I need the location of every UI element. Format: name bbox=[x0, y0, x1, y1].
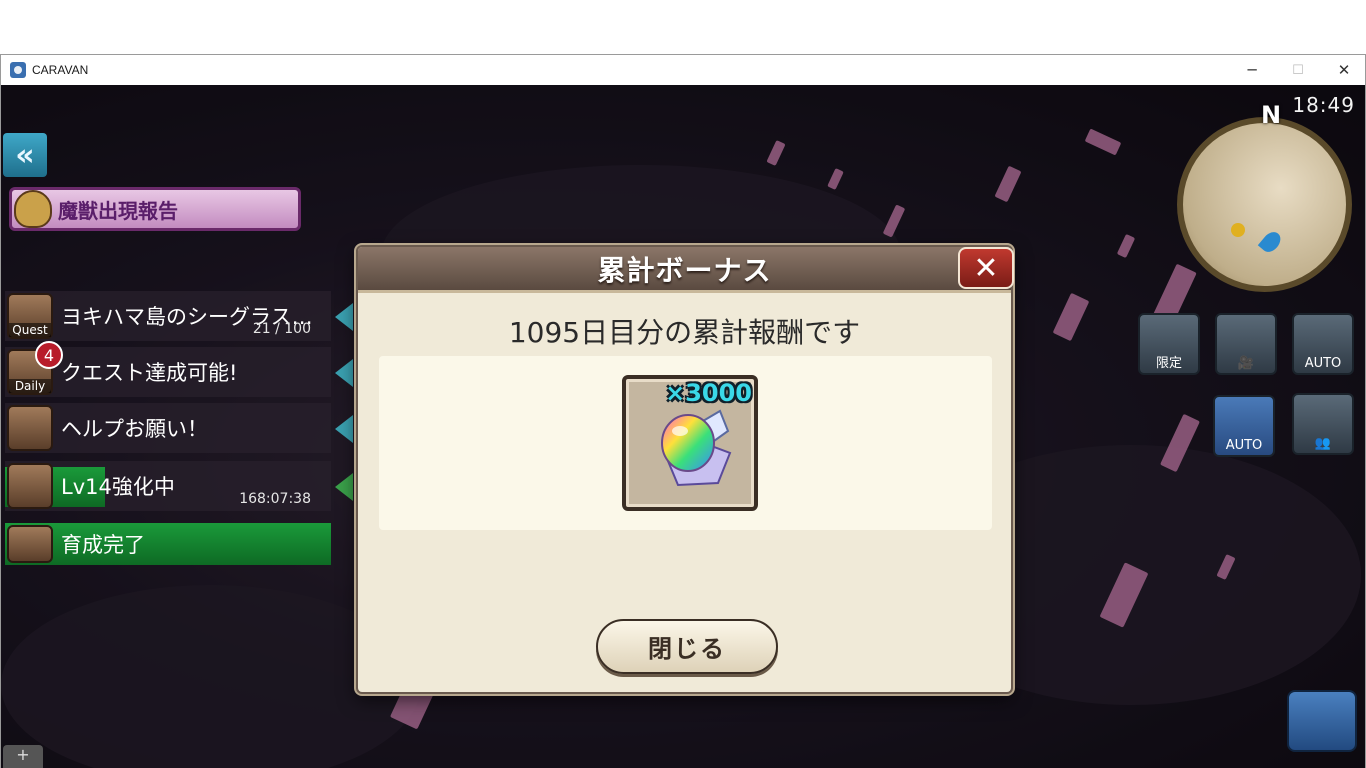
minimize-button[interactable]: ─ bbox=[1229, 55, 1275, 85]
cumulative-bonus-dialog: 累計ボーナス ✕ 1095日目分の累計報酬です ×3000 閉じる bbox=[356, 245, 1014, 694]
quest-icon: Quest bbox=[7, 293, 53, 339]
handshake-icon bbox=[7, 405, 53, 451]
app-window: CARAVAN ─ ☐ ✕ « 魔獣出現報告 Quest ヨキハマ島のシーグラス… bbox=[0, 54, 1366, 768]
battle-auto-button[interactable]: AUTO bbox=[1213, 395, 1275, 457]
report-label: 魔獣出現報告 bbox=[58, 198, 178, 223]
training-complete-row[interactable]: 育成完了 bbox=[5, 523, 331, 565]
party-icon: 👥 bbox=[1314, 436, 1332, 451]
fox-mask-icon bbox=[14, 190, 52, 228]
dialog-title: 累計ボーナス bbox=[597, 253, 772, 287]
waypoint-marker bbox=[1231, 223, 1245, 237]
battle-auto-label: AUTO bbox=[1225, 438, 1263, 453]
auto-photo-button[interactable]: AUTO bbox=[1292, 313, 1354, 375]
maximize-button[interactable]: ☐ bbox=[1275, 55, 1321, 85]
daily-status: クエスト達成可能! bbox=[61, 361, 238, 385]
desktop-background bbox=[0, 0, 1366, 54]
monster-report-banner[interactable]: 魔獣出現報告 bbox=[9, 187, 301, 231]
help-row[interactable]: ヘルプお願い！ bbox=[5, 403, 353, 453]
notification-badge: 4 bbox=[35, 341, 63, 369]
daily-row[interactable]: Daily 4 クエスト達成可能! bbox=[5, 341, 353, 397]
upgrade-row[interactable]: Lv14強化中 168:07:38 bbox=[5, 461, 353, 511]
treasure-chest-button[interactable] bbox=[1287, 690, 1357, 752]
dialog-close-icon[interactable]: ✕ bbox=[958, 247, 1014, 289]
upgrade-timer: 168:07:38 bbox=[239, 491, 311, 507]
window-controls: ─ ☐ ✕ bbox=[1229, 55, 1365, 85]
auto-photo-label: AUTO bbox=[1304, 356, 1342, 371]
expand-arrow-icon[interactable] bbox=[335, 303, 353, 331]
camera-button[interactable]: 🎥 bbox=[1215, 313, 1277, 375]
compass-north: N bbox=[1261, 101, 1282, 129]
game-clock: 18:49 bbox=[1292, 93, 1355, 117]
limited-label: 限定 bbox=[1155, 356, 1182, 371]
dialog-header: 累計ボーナス bbox=[358, 247, 1011, 293]
back-button[interactable]: « bbox=[3, 133, 47, 177]
expand-arrow-icon[interactable] bbox=[335, 415, 353, 443]
minimap[interactable]: N bbox=[1177, 101, 1352, 292]
caravan-app-icon bbox=[10, 62, 26, 78]
training-status: 育成完了 bbox=[61, 533, 145, 557]
dialog-message: 1095日目分の累計報酬です bbox=[508, 316, 861, 349]
quest-icon-caption: Quest bbox=[9, 323, 51, 337]
close-button[interactable]: 閉じる bbox=[596, 619, 778, 674]
title-bar: CARAVAN ─ ☐ ✕ bbox=[1, 55, 1365, 85]
limited-button[interactable]: 限定 bbox=[1138, 313, 1200, 375]
rainbow-gem-icon bbox=[661, 409, 732, 487]
party-button[interactable]: 👥 bbox=[1292, 393, 1354, 455]
reward-area: ×3000 bbox=[379, 356, 992, 530]
add-button[interactable]: + bbox=[3, 745, 43, 768]
expand-arrow-icon[interactable] bbox=[335, 359, 353, 387]
reward-item-slot[interactable]: ×3000 bbox=[622, 375, 758, 511]
player-marker-icon bbox=[1257, 228, 1285, 256]
chest-icon bbox=[7, 525, 53, 563]
window-close-button[interactable]: ✕ bbox=[1321, 55, 1365, 85]
help-request-text: ヘルプお願い！ bbox=[61, 417, 208, 441]
quest-progress: 21 / 100 bbox=[252, 321, 311, 337]
quest-row[interactable]: Quest ヨキハマ島のシーグラス… 21 / 100 bbox=[5, 291, 353, 341]
daily-icon-caption: Daily bbox=[9, 379, 51, 393]
reward-quantity: ×3000 bbox=[665, 379, 752, 407]
window-title: CARAVAN bbox=[32, 63, 89, 77]
expand-arrow-icon[interactable] bbox=[335, 473, 353, 501]
game-viewport[interactable]: « 魔獣出現報告 Quest ヨキハマ島のシーグラス… 21 / 100 Dai… bbox=[1, 85, 1365, 768]
close-button-label: 閉じる bbox=[648, 635, 726, 663]
chest-icon bbox=[7, 463, 53, 509]
camera-icon: 🎥 bbox=[1237, 356, 1255, 371]
upgrade-status: Lv14強化中 bbox=[61, 475, 175, 499]
